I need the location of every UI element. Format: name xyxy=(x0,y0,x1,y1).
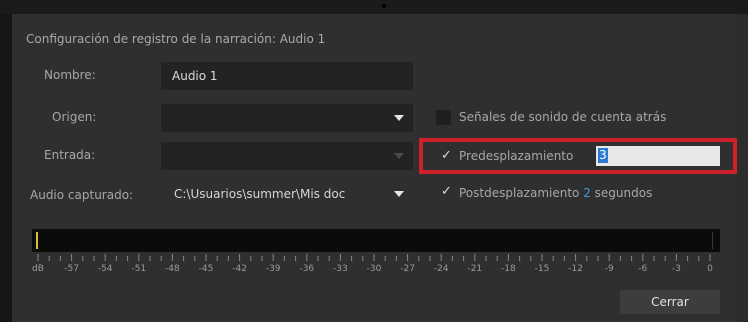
highlight-annotation xyxy=(419,138,737,174)
meter-scale-label: -33 xyxy=(333,264,348,274)
countdown-checkbox[interactable] xyxy=(436,110,451,125)
input-select[interactable] xyxy=(161,142,413,170)
meter-scale-label: -45 xyxy=(198,264,214,274)
postroll-value[interactable]: 2 xyxy=(583,186,591,200)
meter-scale-label: dB xyxy=(32,264,44,274)
meter-scale-label: -18 xyxy=(501,264,516,274)
name-field[interactable]: Audio 1 xyxy=(161,62,413,90)
postroll-unit: segundos xyxy=(594,186,653,200)
left-edge xyxy=(0,14,12,322)
meter-scale-label: -51 xyxy=(131,264,147,274)
name-value: Audio 1 xyxy=(172,69,218,83)
chevron-down-icon xyxy=(394,191,404,197)
meter-scale-label: -54 xyxy=(97,264,113,274)
chevron-down-icon xyxy=(394,153,404,159)
meter-scale-label: -21 xyxy=(467,264,483,274)
meter-scale: dB -57 -54 -51 -48 -45 -42 -39 -36 -33 -30 -27 -24 -2… xyxy=(32,264,720,278)
title-bar-dot xyxy=(382,4,386,8)
meter-scale-label: -15 xyxy=(534,264,550,274)
name-label: Nombre: xyxy=(44,68,96,82)
meter-scale-label: -30 xyxy=(366,264,382,274)
origin-select[interactable] xyxy=(161,104,413,132)
captured-audio-select[interactable]: C:\Usuarios\summer\Mis doc xyxy=(161,180,413,208)
audio-level-meter xyxy=(32,229,720,252)
meter-scale-label: -6 xyxy=(638,264,648,274)
title-bar-strip xyxy=(0,0,748,14)
meter-scale-label: -12 xyxy=(568,264,583,274)
meter-end-mark xyxy=(712,232,713,249)
postroll-label: Postdesplazamiento 2 segundos xyxy=(459,186,652,200)
meter-scale-label: -3 xyxy=(671,264,681,274)
meter-scale-label: -36 xyxy=(299,264,315,274)
captured-audio-label: Audio capturado: xyxy=(30,188,134,202)
postroll-text: Postdesplazamiento xyxy=(459,186,580,200)
meter-scale-label: 0 xyxy=(707,264,713,274)
meter-scale-label: -39 xyxy=(265,264,281,274)
meter-scale-label: -9 xyxy=(604,264,614,274)
meter-scale-label: -57 xyxy=(64,264,79,274)
meter-scale-label: -42 xyxy=(232,264,247,274)
meter-peak-indicator xyxy=(36,232,38,249)
meter-scale-label: -27 xyxy=(400,264,415,274)
dialog-title: Configuración de registro de la narració… xyxy=(26,32,326,46)
postroll-checkbox[interactable]: ✓ xyxy=(441,184,452,199)
input-label: Entrada: xyxy=(44,148,96,162)
meter-scale-label: -24 xyxy=(433,264,449,274)
meter-scale-label: -48 xyxy=(165,264,180,274)
close-button[interactable]: Cerrar xyxy=(620,290,720,314)
captured-audio-path: C:\Usuarios\summer\Mis doc xyxy=(174,187,346,201)
chevron-down-icon xyxy=(394,115,404,121)
origin-label: Origen: xyxy=(52,110,97,124)
meter-ticks xyxy=(37,254,711,261)
countdown-label: Señales de sonido de cuenta atrás xyxy=(459,110,667,124)
